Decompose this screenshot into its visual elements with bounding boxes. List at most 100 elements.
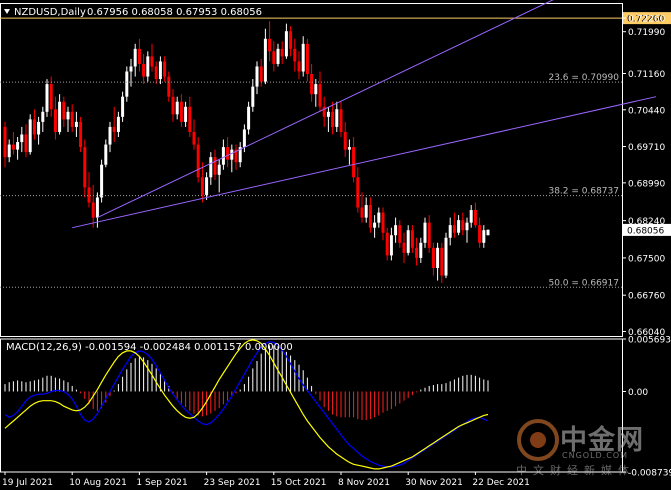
price-tick-label: 0.67500	[628, 254, 665, 264]
candle-body	[331, 111, 335, 127]
date-tick-label: 19 Jul 2021	[2, 478, 53, 488]
candle-body	[293, 48, 297, 62]
fib-level-label: 50.0 = 0.66917	[548, 278, 619, 288]
symbol-label: NZDUSD,Daily	[14, 7, 86, 18]
candle-body	[205, 177, 209, 195]
price-tick-label: 0.71160	[628, 70, 665, 80]
candle-body	[32, 119, 36, 135]
candle-body	[272, 51, 276, 64]
candle-body	[221, 147, 225, 165]
candle-body	[45, 84, 49, 112]
price-tick-label: 0.71990	[628, 28, 665, 38]
candle-body	[389, 235, 393, 256]
candle-body	[133, 48, 137, 67]
candle-body	[394, 225, 398, 236]
candle-body	[284, 31, 288, 57]
candle-body	[116, 116, 120, 132]
candle-body	[297, 61, 301, 72]
candle-body	[108, 126, 112, 145]
candle-body	[171, 96, 175, 115]
candle-body	[200, 177, 204, 195]
candle-body	[360, 207, 364, 218]
candle-body	[91, 202, 95, 218]
candle-body	[263, 38, 267, 82]
candle-body	[74, 121, 78, 127]
candle-body	[368, 205, 372, 228]
candle-body	[339, 109, 343, 132]
candle-body	[150, 56, 154, 67]
candle-body	[154, 66, 158, 80]
candle-body	[196, 144, 200, 178]
date-tick-label: 15 Oct 2021	[271, 478, 327, 488]
candle-body	[163, 61, 167, 77]
candle-body	[3, 126, 7, 158]
current-price-label: 0.68056	[627, 226, 664, 236]
candle-body	[406, 230, 410, 253]
candle-body	[79, 121, 83, 148]
candle-body	[436, 247, 440, 268]
candle-body	[24, 134, 28, 153]
candle-body	[62, 101, 66, 120]
candle-body	[95, 197, 99, 218]
candle-body	[41, 111, 45, 122]
candle-body	[129, 66, 133, 72]
candle-body	[402, 242, 406, 253]
candle-body	[440, 247, 444, 276]
macd-tick-label: 0.00	[628, 388, 648, 398]
candle-body	[268, 38, 272, 52]
candle-body	[242, 129, 246, 148]
candle-body	[452, 225, 456, 233]
candle-body	[259, 66, 263, 82]
candle-body	[20, 134, 24, 143]
price-tick-label: 0.68990	[628, 179, 665, 189]
candle-body	[70, 111, 74, 127]
candle-body	[121, 96, 125, 117]
watermark-subtitle: 中文财经新媒体	[516, 464, 635, 477]
candle-body	[478, 225, 482, 243]
candle-body	[179, 101, 183, 122]
candle-body	[247, 106, 251, 130]
candle-body	[314, 84, 318, 95]
candle-body	[142, 63, 146, 77]
candle-body	[66, 111, 70, 120]
candle-body	[461, 220, 465, 231]
candle-body	[381, 212, 385, 233]
candle-body	[486, 229, 490, 236]
candle-body	[104, 144, 108, 165]
candle-body	[28, 119, 32, 153]
candle-body	[137, 48, 141, 64]
candle-body	[112, 126, 116, 132]
candle-body	[255, 66, 259, 87]
candle-body	[347, 147, 351, 150]
candle-body	[58, 101, 62, 132]
ohlc-label: 0.67956 0.68058 0.67953 0.68056	[87, 7, 262, 18]
date-tick-label: 10 Aug 2021	[69, 478, 127, 488]
date-tick-label: 8 Nov 2021	[338, 478, 390, 488]
candle-body	[184, 106, 188, 122]
candle-body	[310, 74, 314, 95]
candle-body	[53, 109, 57, 132]
fib-level-label: 38.2 = 0.68737	[548, 187, 619, 197]
candle-body	[158, 61, 162, 80]
candle-body	[465, 222, 469, 231]
candle-body	[457, 220, 461, 233]
candle-body	[423, 222, 427, 243]
candle-body	[276, 48, 280, 64]
candle-body	[352, 147, 356, 178]
price-tick-label: 0.70440	[628, 106, 665, 116]
candle-body	[305, 43, 309, 75]
price-tick-label: 0.66760	[628, 292, 665, 302]
candle-body	[217, 164, 221, 175]
date-tick-label: 30 Nov 2021	[405, 478, 463, 488]
candle-body	[175, 101, 179, 115]
candle-body	[448, 225, 452, 238]
candle-body	[444, 237, 448, 276]
candle-body	[146, 56, 150, 77]
candle-body	[289, 31, 293, 49]
candle-body	[343, 131, 347, 150]
candle-body	[83, 147, 87, 188]
candle-body	[431, 247, 435, 268]
candle-body	[188, 106, 192, 132]
candle-body	[280, 48, 284, 57]
candle-body	[415, 247, 419, 258]
